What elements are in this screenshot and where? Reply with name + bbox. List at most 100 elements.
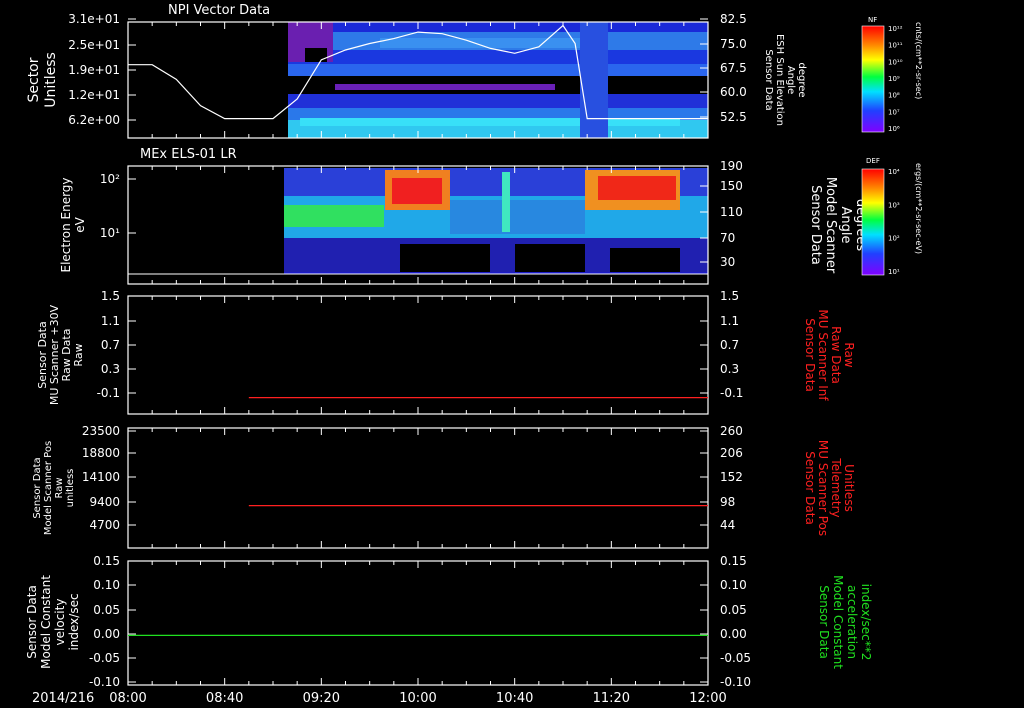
colorbar-nf-units: cnts/(cm**2-sr-sec) [914, 22, 923, 99]
svg-text:eV: eV [73, 216, 87, 232]
ytick-label: 0.15 [93, 554, 120, 568]
svg-text:Sensor Data: Sensor Data [817, 585, 831, 659]
rtick-label: 1.5 [720, 289, 739, 303]
panel-model-constant-rlabel: Sensor Data Model Constant acceleration … [817, 575, 873, 669]
svg-text:MU Scanner Inf: MU Scanner Inf [816, 309, 830, 401]
rtick-label: 0.3 [720, 362, 739, 376]
colorbar-tick-label: 10² [888, 235, 900, 243]
svg-text:Raw: Raw [72, 343, 85, 366]
rtick-label: 75.0 [720, 37, 747, 51]
rtick-label: 0.15 [720, 554, 747, 568]
rtick-label: 70 [720, 231, 735, 245]
svg-text:Raw: Raw [54, 477, 65, 498]
ytick-label: 6.2e+00 [68, 113, 120, 127]
ytick-label: -0.1 [97, 386, 120, 400]
svg-text:Raw: Raw [842, 342, 856, 367]
colorbar-tick-label: 10¹⁰ [888, 58, 903, 66]
xtick-label: 10:40 [496, 691, 533, 706]
colorbar-nf-ticks: 10¹² 10¹¹ 10¹⁰ 10⁹ 10⁸ 10⁷ 10⁶ [888, 25, 903, 133]
colorbar-tick-label: 10¹¹ [888, 42, 903, 50]
xtick-label: 11:20 [593, 691, 630, 706]
rtick-label: -0.10 [720, 675, 751, 689]
panel-npi: NPI Vector Data 3.1e+01 2.5e+01 1.9e+01 1.2… [26, 3, 807, 139]
svg-text:Raw Data: Raw Data [829, 326, 843, 384]
panel-els-rlabel: Sensor Data Model Scanner Angle degrees [808, 177, 868, 274]
svg-text:Unitless: Unitless [842, 464, 856, 512]
ytick-label: 14100 [82, 470, 120, 484]
panel-mu-raw-rticks: 1.5 1.1 0.7 0.3 -0.1 [700, 289, 743, 400]
svg-text:Sensor Data: Sensor Data [32, 457, 43, 518]
panel-model-constant-frame [127, 560, 709, 686]
rtick-label: 190 [720, 159, 743, 173]
svg-text:degree: degree [796, 62, 807, 97]
rtick-label: 1.1 [720, 314, 739, 328]
panel-scanner-pos-ylabel: Sensor Data Model Scanner Pos Raw unitle… [32, 441, 76, 535]
rtick-label: 52.5 [720, 110, 747, 124]
rtick-label: -0.05 [720, 651, 751, 665]
panel-els: MEx ELS-01 LR 10² 10¹ 190 150 110 70 30 Elect… [59, 147, 868, 285]
ytick-label: -0.05 [89, 651, 120, 665]
panel-scanner-pos-frame [127, 427, 709, 549]
colorbar-def-title: DEF [866, 157, 880, 165]
colorbar-tick-label: 10⁷ [888, 108, 900, 116]
rtick-label: 0.00 [720, 627, 747, 641]
colorbar-def-ticks: 10⁴ 10³ 10² 10¹ [888, 168, 900, 276]
svg-text:MU Scanner Pos: MU Scanner Pos [816, 440, 830, 536]
panel-npi-title: NPI Vector Data [168, 3, 270, 18]
panel-scanner-pos: 23500 18800 14100 9400 4700 260 206 152 98 44 Se… [32, 424, 856, 549]
svg-text:Model Scanner: Model Scanner [823, 177, 838, 274]
rtick-label: -0.1 [720, 386, 743, 400]
rtick-label: 44 [720, 518, 735, 532]
svg-text:Angle: Angle [785, 66, 796, 94]
panel-els-ylabel: Electron Energy eV [59, 177, 87, 272]
panel-mu-raw-yticks: 1.5 1.1 0.7 0.3 -0.1 [97, 289, 709, 414]
ytick-label: 0.3 [101, 362, 120, 376]
panel-mu-raw-frame [127, 295, 709, 415]
svg-text:acceleration: acceleration [845, 585, 859, 659]
svg-text:Sensor Data: Sensor Data [808, 185, 823, 265]
rtick-label: 150 [720, 179, 743, 193]
panel-mu-raw: 1.5 1.1 0.7 0.3 -0.1 1.5 1.1 0.7 0.3 -0.1 Sensor… [36, 289, 856, 415]
panel-els-heatmap [284, 168, 708, 274]
rtick-label: 67.5 [720, 61, 747, 75]
rtick-label: 60.0 [720, 85, 747, 99]
rtick-label: 260 [720, 424, 743, 438]
ytick-label: 23500 [82, 424, 120, 438]
ytick-label: 2.5e+01 [68, 38, 120, 52]
time-axis-labels: 08:00 08:40 09:20 10:00 10:40 11:20 12:00 [109, 691, 726, 706]
ytick-label: 3.1e+01 [68, 12, 120, 26]
panel-model-constant: 0.150.100.050.00-0.05-0.10 0.150.100.050… [25, 554, 873, 689]
colorbar-tick-label: 10¹ [888, 268, 900, 276]
ytick-label: 9400 [89, 495, 120, 509]
rtick-label: 0.10 [720, 578, 747, 592]
ytick-label: 0.00 [93, 627, 120, 641]
ytick-label: 10¹ [100, 226, 120, 240]
xtick-label: 10:00 [399, 691, 436, 706]
ytick-label: 1.2e+01 [68, 88, 120, 102]
panel-scanner-pos-yticks: 23500 18800 14100 9400 4700 [82, 424, 709, 548]
svg-text:Electron Energy: Electron Energy [59, 177, 73, 272]
xtick-label: 09:20 [303, 691, 340, 706]
svg-text:ESH Sun Elevation: ESH Sun Elevation [774, 34, 785, 126]
colorbar-def: DEF 10⁴ 10³ 10² 10¹ ergs/(cm**2-sr-sec-eV) [861, 157, 923, 276]
colorbar-tick-label: 10⁸ [888, 92, 900, 100]
colorbar-def-units: ergs/(cm**2-sr-sec-eV) [914, 163, 923, 254]
panel-scanner-pos-rticks: 260 206 152 98 44 [700, 424, 743, 532]
svg-text:Telemetry: Telemetry [829, 457, 843, 517]
rtick-label: 82.5 [720, 12, 747, 26]
panel-npi-heatmap [288, 22, 708, 138]
rtick-label: 152 [720, 470, 743, 484]
ytick-label: 18800 [82, 446, 120, 460]
panel-els-title: MEx ELS-01 LR [140, 147, 237, 162]
ytick-label: 0.10 [93, 578, 120, 592]
ytick-label: 1.9e+01 [68, 63, 120, 77]
svg-text:Sensor Data: Sensor Data [763, 49, 774, 110]
ytick-label: 1.5 [101, 289, 120, 303]
svg-text:Model Scanner Pos: Model Scanner Pos [43, 441, 54, 535]
panel-mu-raw-rlabel: Sensor Data MU Scanner Inf Raw Data Raw [803, 309, 856, 401]
ytick-label: 0.7 [101, 338, 120, 352]
rtick-label: 0.05 [720, 603, 747, 617]
xtick-label: 12:00 [689, 691, 726, 706]
xtick-label: 08:00 [109, 691, 146, 706]
ytick-label: 10² [100, 172, 120, 186]
